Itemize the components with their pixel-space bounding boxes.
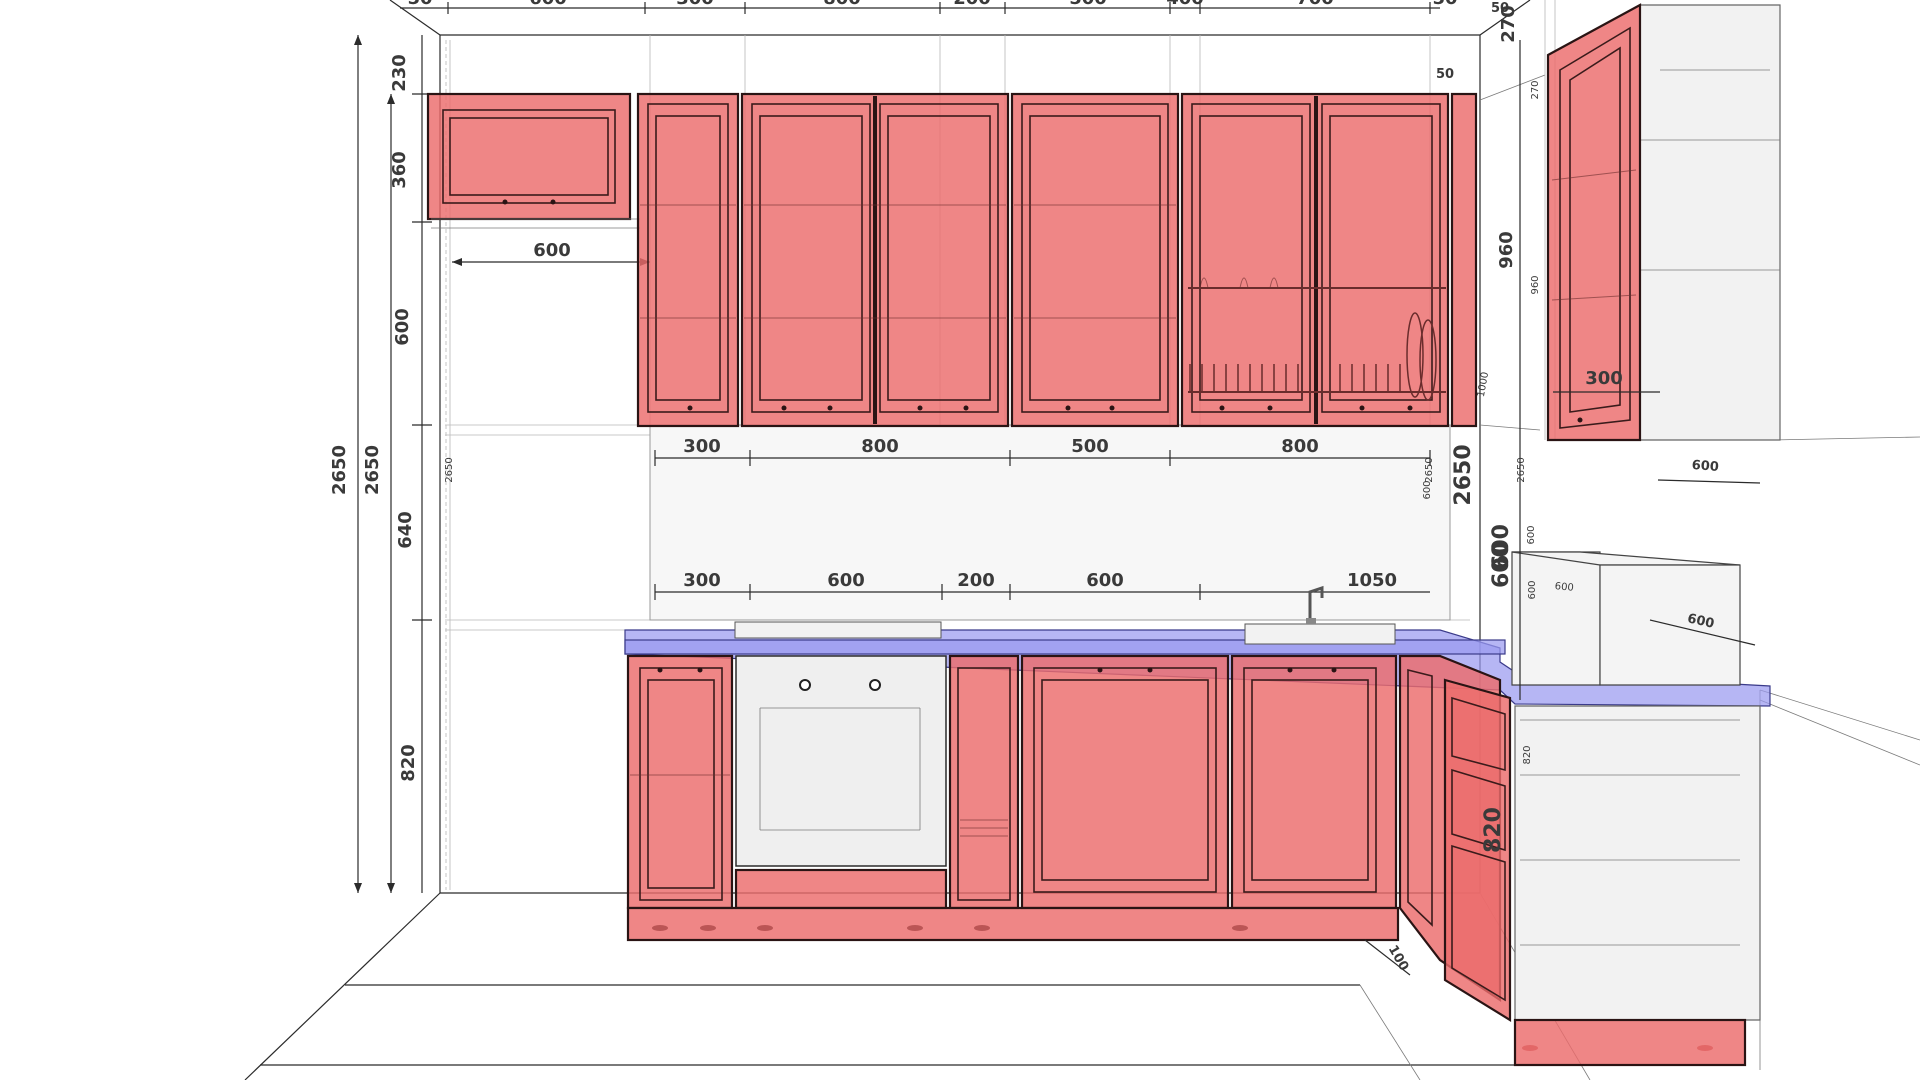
plinth-dim: 100 [1364, 939, 1411, 976]
dim-600-corner: 600 [1526, 525, 1537, 544]
dim-270: 270 [1530, 80, 1541, 99]
dim-upper-800b: 800 [1281, 436, 1319, 457]
dim-2650-corner: 2650 [1516, 457, 1527, 482]
dim-lower-600: 600 [827, 570, 865, 591]
upper-hood-cabinet [426, 92, 640, 229]
lower-cabinet-200 [948, 654, 1020, 910]
dim-2650-small: 2650 [444, 457, 455, 482]
upper-cabinet-300 [636, 92, 740, 428]
dim-top-6: 700 [1296, 0, 1334, 9]
upper-corner-panel [1450, 92, 1478, 428]
dim-2650-wall: 2650 [1424, 457, 1435, 482]
dim-600-r1: 600 [1691, 458, 1719, 475]
right-tall-cabinet [1546, 3, 1781, 442]
oven-plinth [734, 868, 948, 910]
dim-top-3: 200 [953, 0, 991, 9]
sink [1244, 623, 1396, 645]
top-dimension-row: 600 300 800 200 500 400 700 50 50 50 270 [400, 0, 1519, 43]
dim-960: 960 [1496, 231, 1517, 269]
upper-cabinets: 600 [426, 92, 1478, 428]
dim-upper-500: 500 [1071, 436, 1109, 457]
upper-cabinet-500 [1010, 92, 1180, 428]
kitchen-elevation-drawing: 600 300 800 200 500 400 700 50 50 50 270… [244, 0, 1920, 1080]
dim-300-tall: 300 [1585, 368, 1623, 389]
dim-lower-600b: 600 [1086, 570, 1124, 591]
dim-upper-800: 800 [861, 436, 899, 457]
backsplash [649, 424, 1451, 621]
dim-top-4: 500 [1069, 0, 1107, 9]
dim-960-small: 960 [1530, 275, 1541, 294]
dim-top-7: 50 [1432, 0, 1457, 9]
dim-top-2: 800 [823, 0, 861, 9]
dim-top-10: 270 [1498, 5, 1519, 43]
dim-230: 230 [389, 54, 410, 92]
dim-820-right: 820 [1522, 745, 1533, 764]
dim-top-1: 300 [676, 0, 714, 9]
dim-1000: 1000 [1476, 371, 1491, 398]
dim-820-big: 820 [1481, 807, 1506, 853]
dim-50: 50 [1436, 67, 1454, 82]
dim-600-left: 600 [392, 308, 413, 346]
dim-upper-300: 300 [683, 436, 721, 457]
upper-cabinet-800-dishrack [1180, 92, 1450, 428]
dim-360: 360 [389, 151, 410, 189]
dim-600-big-2: 600 [1489, 542, 1514, 588]
dim-640: 640 [395, 511, 416, 549]
dim-top-5: 400 [1166, 0, 1204, 9]
dim-820-left: 820 [398, 744, 419, 782]
dim-top-0: 600 [529, 0, 567, 9]
plinth-main [626, 906, 1400, 942]
dim-lower-300: 300 [683, 570, 721, 591]
oven-appliance [735, 655, 947, 867]
cooktop [734, 621, 942, 639]
right-lower-cabinet [1513, 705, 1761, 1067]
upper-cabinet-800 [740, 92, 1010, 428]
lower-cabinet-300 [626, 654, 734, 910]
dim-top-8: 50 [407, 0, 432, 9]
dim-600-r4: 600 [1527, 580, 1538, 599]
dim-2650-outer: 2650 [329, 445, 350, 495]
lower-cabinet-600 [1020, 654, 1230, 910]
dim-hood-600: 600 [533, 240, 571, 261]
lower-cabinet-sink [1230, 654, 1398, 910]
dim-lower-1050: 1050 [1347, 570, 1397, 591]
dim-lower-200: 200 [957, 570, 995, 591]
dim-600-r2: 600 [1554, 581, 1574, 594]
hood-width-dim: 600 [452, 240, 650, 266]
dim-2650-right: 2650 [1451, 444, 1476, 505]
dim-2650-inner: 2650 [362, 445, 383, 495]
